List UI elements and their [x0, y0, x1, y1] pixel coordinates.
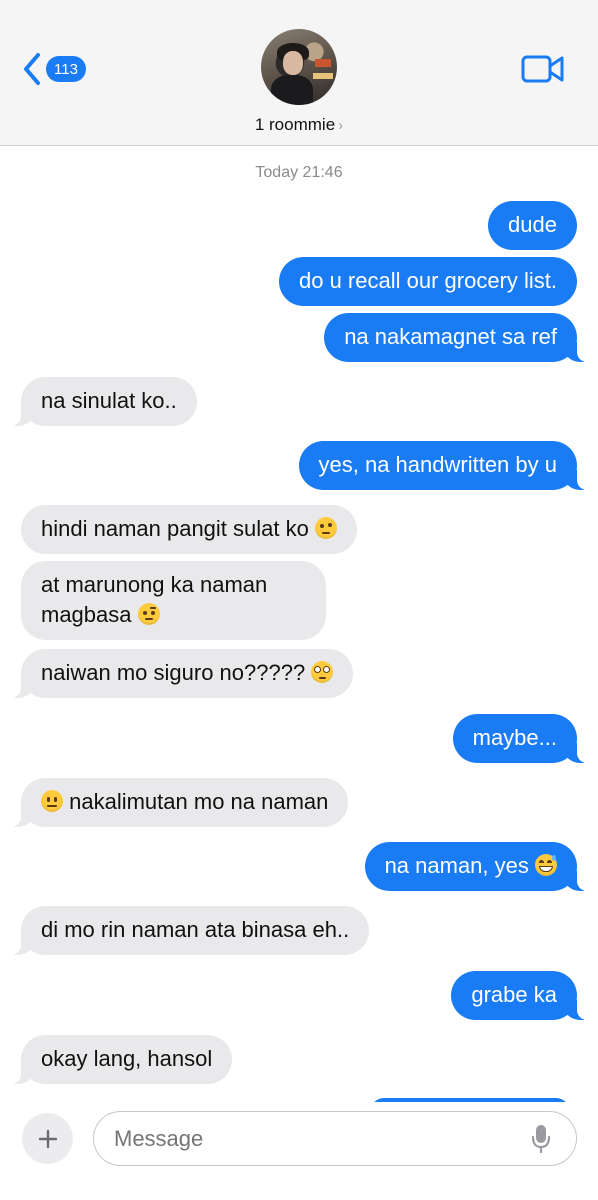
- composer-bar: [0, 1102, 598, 1200]
- message-bubble-received[interactable]: naiwan mo siguro no?????: [7, 649, 354, 698]
- microphone-icon: [531, 1125, 551, 1154]
- plus-icon: [38, 1129, 57, 1148]
- message-bubble-sent[interactable]: yes, na handwritten by u: [298, 441, 591, 490]
- chevron-right-icon: ›: [338, 117, 344, 134]
- thinking-face-icon: [314, 517, 337, 539]
- raised-eyebrow-face-icon: [137, 603, 160, 625]
- message-bubble-sent[interactable]: na naman, yes: [364, 842, 591, 891]
- contact-avatar[interactable]: [261, 29, 337, 105]
- message-timestamp: Today 21:46: [255, 164, 343, 181]
- video-call-button[interactable]: [521, 54, 565, 89]
- message-bubble-received[interactable]: hindi naman pangit sulat ko: [21, 505, 357, 554]
- message-bubble-received[interactable]: okay lang, hansol: [7, 1035, 233, 1084]
- eye-roll-face-icon: [311, 661, 334, 683]
- grinning-sweat-face-icon: [535, 854, 557, 876]
- conversation-header: 113 1 roommie ›: [0, 0, 598, 146]
- video-camera-icon: [521, 55, 564, 83]
- chevron-left-icon: [24, 53, 40, 85]
- unread-count-badge: 113: [46, 56, 86, 82]
- message-bubble-sent[interactable]: grabe ka: [451, 971, 590, 1020]
- contact-name: 1 roommie: [254, 115, 336, 134]
- dictation-button[interactable]: [531, 1124, 551, 1159]
- neutral-face-icon: [41, 790, 63, 812]
- message-bubble-received[interactable]: nakalimutan mo na naman: [7, 778, 349, 827]
- message-bubble-received[interactable]: na sinulat ko..: [8, 377, 197, 426]
- contact-name-button[interactable]: 1 roommie ›: [0, 115, 598, 135]
- message-bubble-received[interactable]: at marunong ka naman magbasa: [21, 561, 326, 640]
- message-bubble-received[interactable]: di mo rin naman ata binasa eh..: [7, 906, 370, 955]
- message-bubble-sent[interactable]: do u recall our grocery list.: [279, 257, 577, 306]
- add-attachment-button[interactable]: [22, 1113, 73, 1164]
- message-bubble-sent[interactable]: dude: [488, 201, 577, 250]
- message-bubble-sent[interactable]: maybe...: [452, 714, 591, 763]
- message-bubble-sent[interactable]: na nakamagnet sa ref: [324, 313, 590, 362]
- message-input[interactable]: [93, 1111, 577, 1166]
- back-button[interactable]: 113: [22, 52, 86, 86]
